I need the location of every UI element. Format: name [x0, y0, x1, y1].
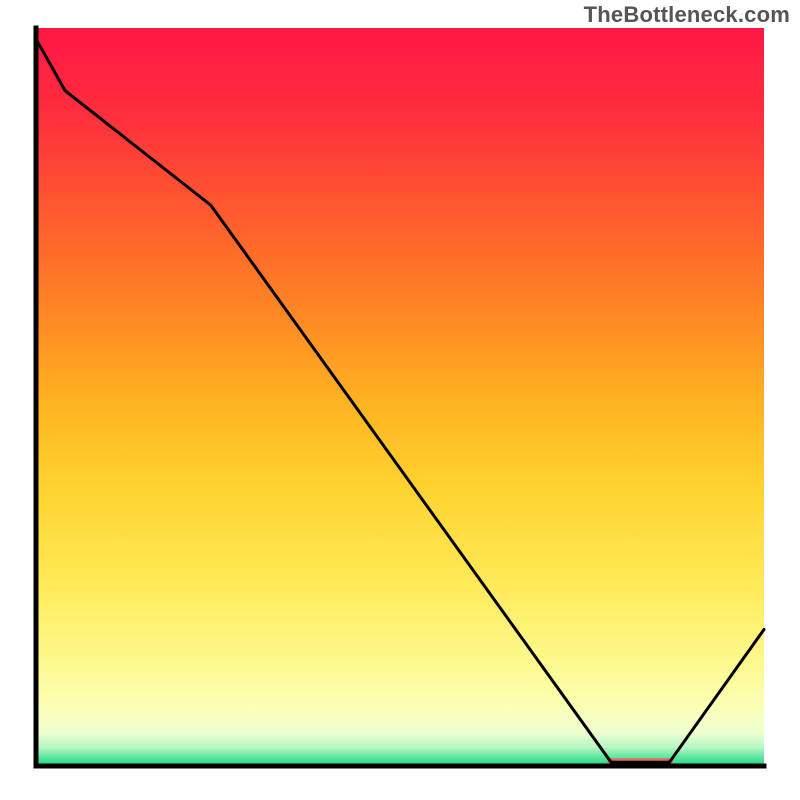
bottleneck-chart [0, 0, 800, 800]
chart-background [36, 28, 764, 766]
chart-container: TheBottleneck.com [0, 0, 800, 800]
watermark-text: TheBottleneck.com [584, 2, 790, 28]
